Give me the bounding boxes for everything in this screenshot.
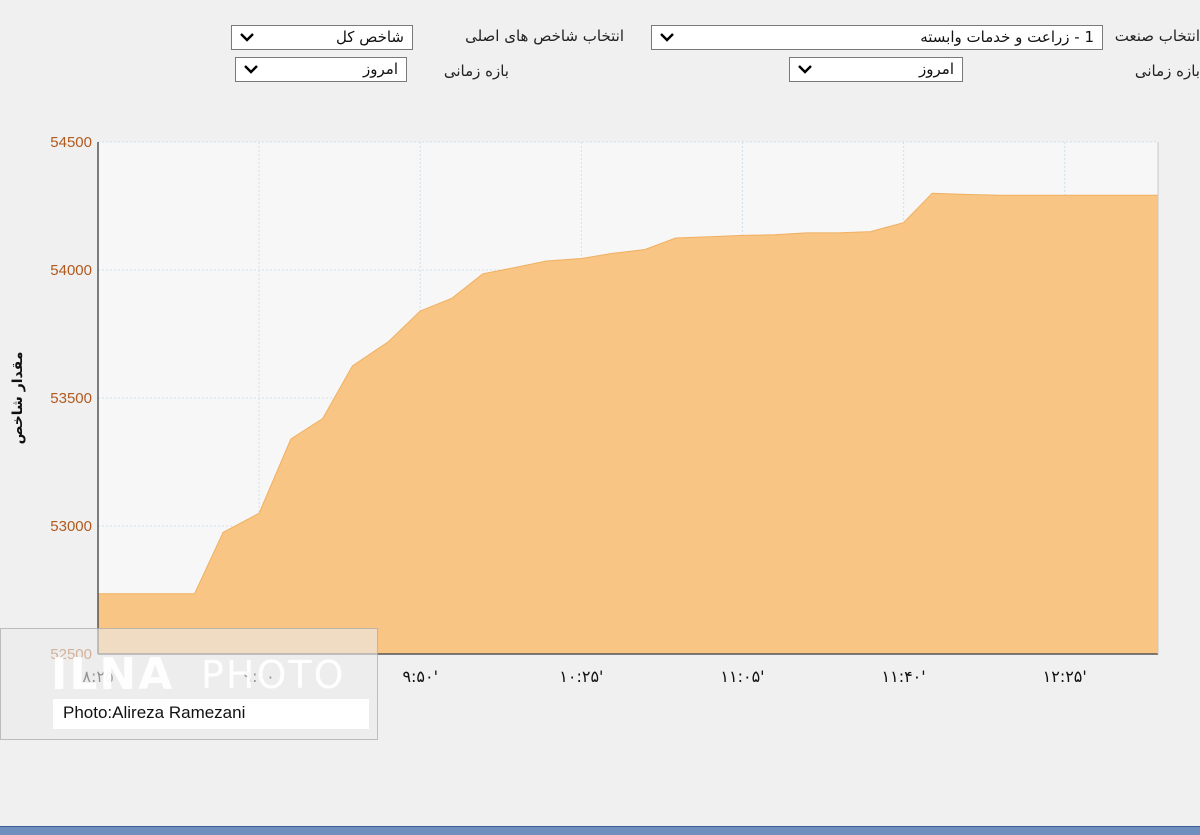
photo-watermark: ILNA PHOTO Photo:Alireza Ramezani xyxy=(0,628,378,740)
y-tick-labels: 5250053000535005400054500 xyxy=(50,134,92,663)
y-axis-label: مقدار شاخص xyxy=(10,352,26,445)
watermark-photo-text: PHOTO xyxy=(201,653,346,697)
x-tick-label: ۱۰:۲۵' xyxy=(559,667,603,686)
y-tick-label: 54000 xyxy=(50,262,92,279)
photo-credit: Photo:Alireza Ramezani xyxy=(53,699,369,729)
x-tick-label: ۱۱:۰۵' xyxy=(720,667,764,686)
window-bottom-edge xyxy=(0,826,1200,835)
x-tick-label: ۹:۵۰' xyxy=(402,667,438,686)
x-tick-label: ۱۲:۲۵' xyxy=(1043,667,1087,686)
agency-logo: ILNA xyxy=(51,649,175,700)
y-tick-label: 54500 xyxy=(50,134,92,151)
y-tick-label: 53500 xyxy=(50,390,92,407)
y-tick-label: 53000 xyxy=(50,518,92,535)
x-tick-label: ۱۱:۴۰' xyxy=(882,667,926,686)
